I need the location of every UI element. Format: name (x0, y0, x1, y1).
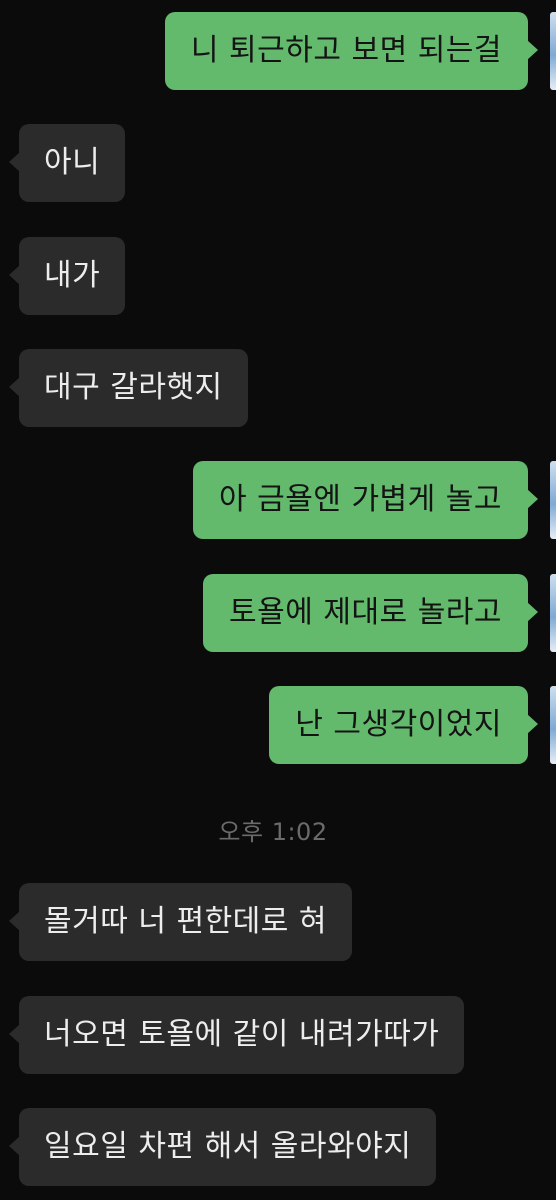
bubble-tail (9, 265, 20, 285)
avatar[interactable] (550, 574, 556, 652)
message-text: 난 그생각이었지 (295, 707, 502, 742)
avatar[interactable] (550, 12, 556, 90)
message-bubble-sent[interactable]: 니 퇴근하고 보면 되는걸 (164, 12, 538, 90)
avatar[interactable] (550, 461, 556, 539)
bubble-tail (9, 152, 20, 172)
bubble-tail (9, 377, 20, 397)
message-bubble-received[interactable]: 대구 갈라햇지 (9, 349, 248, 427)
message-text: 아 금욜엔 가볍게 놀고 (218, 482, 502, 517)
message-text: 아니 (44, 145, 101, 180)
message-text: 내가 (44, 258, 101, 293)
message-text: 대구 갈라햇지 (44, 370, 223, 405)
chat-thread: 니 퇴근하고 보면 되는걸 아니 내가 대구 갈라햇지 아 금욜엔 가볍게 놀고… (0, 0, 556, 1200)
message-bubble-received[interactable]: 몰거따 너 편한데로 혀 (9, 883, 353, 961)
bubble-tail (527, 714, 538, 734)
message-bubble-received[interactable]: 너오면 토욜에 같이 내려가따가 (9, 996, 465, 1074)
bubble-tail (527, 489, 538, 509)
message-text: 너오면 토욜에 같이 내려가따가 (44, 1017, 440, 1052)
timestamp: 오후 1:02 (218, 818, 328, 846)
bubble-tail (9, 1024, 20, 1044)
message-bubble-received[interactable]: 일요일 차편 해서 올라와야지 (9, 1108, 437, 1186)
message-text: 니 퇴근하고 보면 되는걸 (190, 33, 502, 68)
message-bubble-received[interactable]: 아니 (9, 124, 126, 202)
bubble-tail (527, 602, 538, 622)
message-text: 일요일 차편 해서 올라와야지 (44, 1129, 412, 1164)
bubble-tail (9, 911, 20, 931)
message-bubble-sent[interactable]: 아 금욜엔 가볍게 놀고 (192, 461, 538, 539)
message-bubble-sent[interactable]: 토욜에 제대로 놀라고 (203, 574, 538, 652)
avatar[interactable] (550, 686, 556, 764)
message-text: 몰거따 너 편한데로 혀 (44, 904, 328, 939)
message-bubble-received[interactable]: 내가 (9, 237, 126, 315)
message-text: 토욜에 제대로 놀라고 (229, 595, 502, 630)
bubble-tail (527, 40, 538, 60)
bubble-tail (9, 1136, 20, 1156)
message-bubble-sent[interactable]: 난 그생각이었지 (269, 686, 538, 764)
